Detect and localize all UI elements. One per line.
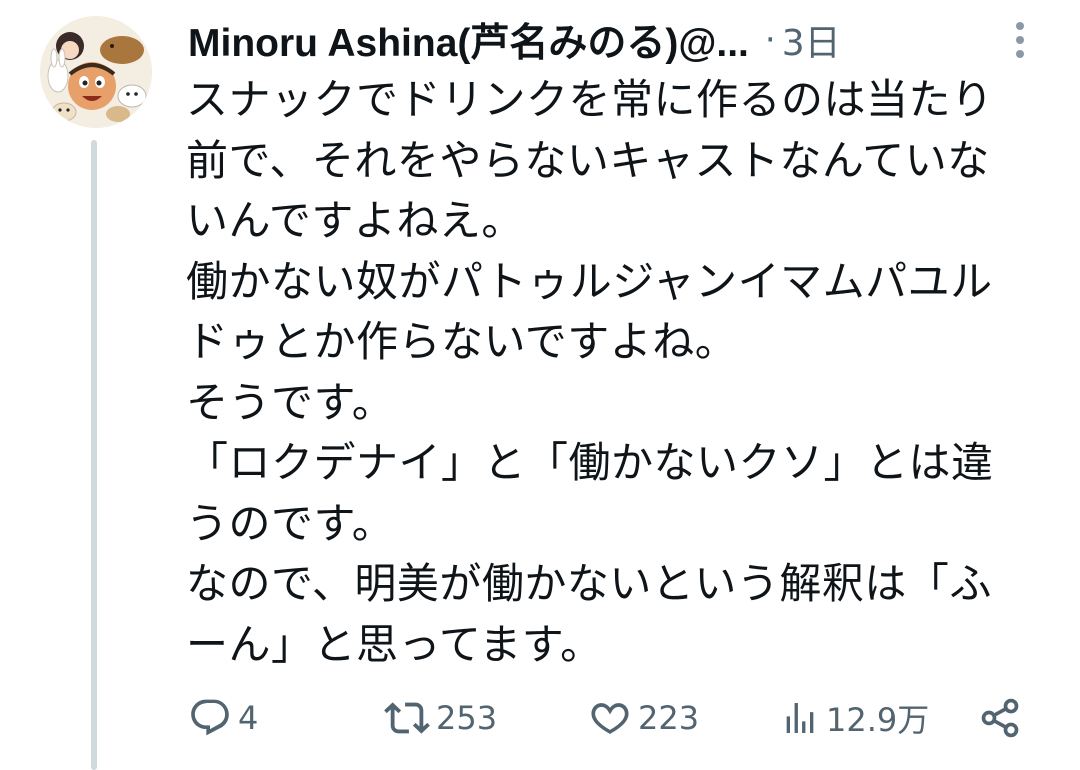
views-icon [786,703,814,733]
avatar-illustration [40,16,152,128]
tweet-text-line: うのです。 [186,498,395,548]
tweet-text-line: 「ロクデナイ」と「働かないクソ」とは違 [186,438,994,487]
retweet-count: 253 [436,699,498,737]
author-display-name[interactable]: Minoru Ashina(芦名みのる)@... [188,12,749,68]
thread-connector-line [91,140,97,770]
tweet-text-line: なので、明美が働かないという解釈は「ふ [186,559,992,608]
tweet-header: Minoru Ashina(芦名みのる)@... · 3日 [188,10,1038,70]
like-count: 223 [638,699,700,737]
reply-icon [191,699,229,736]
tweet-text-line: ーん」と思ってます。 [186,619,603,669]
tweet-text-line: いんですよねえ。 [186,196,524,245]
views-button[interactable]: 12.9万 [780,692,929,744]
like-button[interactable]: 223 [588,692,699,744]
avatar[interactable] [40,16,152,128]
tweet-actions-bar: 4 253 223 12.9万 [188,692,1038,744]
tweet-text: スナックでドリンクを常に作るのは当たり 前で、それをやらないキャストなんていな … [186,70,1056,675]
share-button[interactable] [978,692,1022,744]
tweet[interactable]: Minoru Ashina(芦名みのる)@... · 3日 スナックでドリンクを… [0,0,1080,770]
tweet-text-line: スナックでドリンクを常に作るのは当たり [186,75,994,124]
retweet-icon [384,702,430,734]
tweet-text-line: 働かない奴がパトゥルジャンイマムパユル [186,256,993,306]
share-icon [981,698,1019,738]
tweet-text-line: そうです。 [186,377,395,427]
retweet-button[interactable]: 253 [384,692,497,744]
view-count: 12.9万 [826,701,930,739]
tweet-timestamp[interactable]: 3日 [782,14,841,66]
tweet-text-line: 前で、それをやらないキャストなんていな [186,135,990,185]
reply-button[interactable]: 4 [188,692,258,744]
more-options-button[interactable] [1008,18,1032,62]
header-separator: · [764,20,776,60]
tweet-text-line: ドゥとか作らないですよね。 [186,317,738,366]
reply-count: 4 [238,699,259,737]
more-options-icon [1016,22,1024,58]
like-icon [591,703,629,734]
